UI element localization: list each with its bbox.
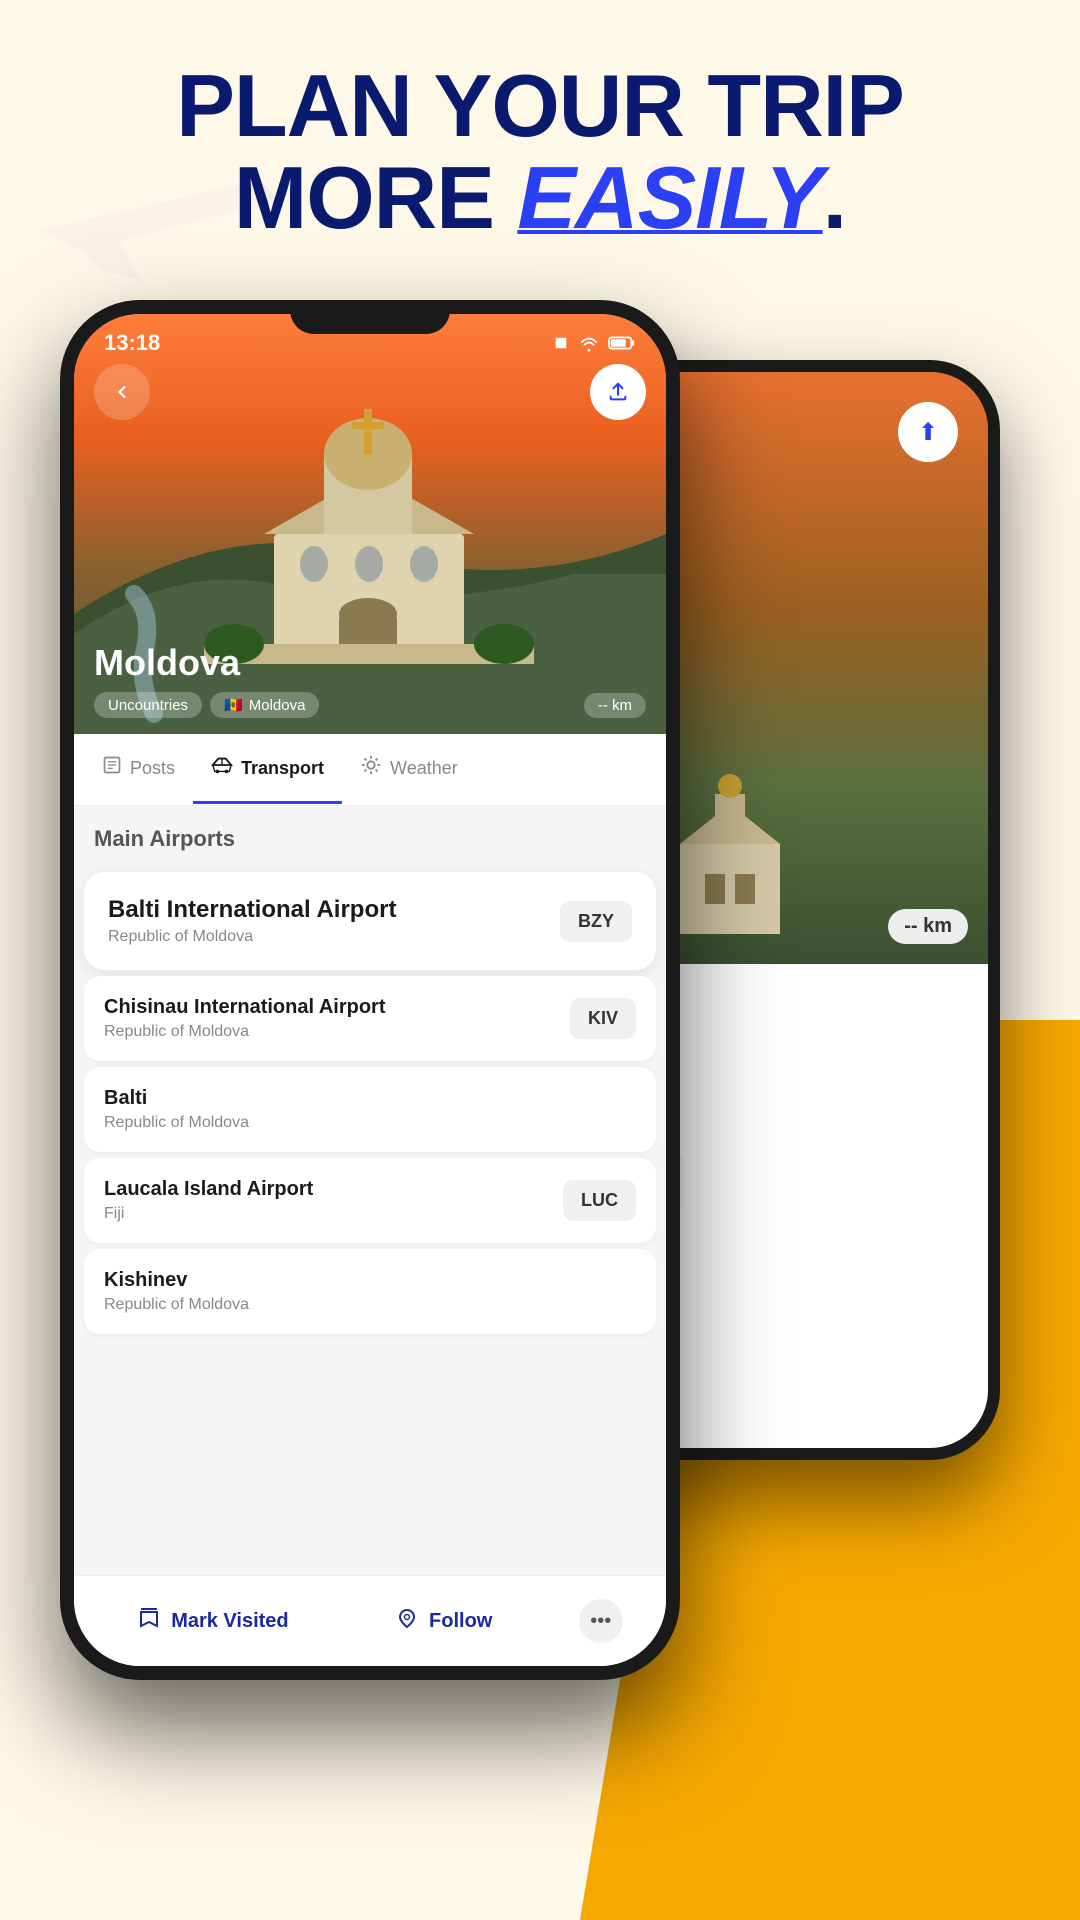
airport-info-2: Balti Republic of Moldova xyxy=(104,1087,249,1132)
hero-tag-moldova: 🇲🇩 Moldova xyxy=(210,692,319,718)
hero-share-btn[interactable] xyxy=(590,364,646,420)
airport-info-featured: Balti International Airport Republic of … xyxy=(108,896,396,946)
posts-icon xyxy=(102,755,122,781)
airport-card-3[interactable]: Laucala Island Airport Fiji LUC xyxy=(84,1158,656,1243)
airport-info-4: Kishinev Republic of Moldova xyxy=(104,1269,249,1314)
mark-visited-label: Mark Visited xyxy=(171,1610,288,1633)
weather-icon xyxy=(360,754,382,782)
airport-name-2: Balti xyxy=(104,1087,249,1110)
tab-posts[interactable]: Posts xyxy=(84,735,193,804)
mark-visited-btn[interactable]: Mark Visited xyxy=(117,1594,308,1648)
wifi-icon xyxy=(578,334,600,352)
hero-back-btn[interactable] xyxy=(94,364,150,420)
tab-transport[interactable]: Transport xyxy=(193,735,342,804)
tab-weather[interactable]: Weather xyxy=(342,734,476,805)
airport-info-1: Chisinau International Airport Republic … xyxy=(104,996,386,1041)
tab-posts-label: Posts xyxy=(130,758,175,779)
hero-bottom: Moldova Uncountries 🇲🇩 Moldova -- km xyxy=(74,626,666,734)
phone-front-screen: 13:18 xyxy=(74,314,666,1666)
airport-card-featured[interactable]: Balti International Airport Republic of … xyxy=(84,872,656,970)
header-line2-highlight: EASILY xyxy=(517,148,822,247)
tag-moldova-label: Moldova xyxy=(249,697,306,714)
airport-code-3: LUC xyxy=(563,1180,636,1221)
hero-tag-uncountries: Uncountries xyxy=(94,692,202,718)
airport-code-0: BZY xyxy=(560,901,632,942)
status-icons xyxy=(552,334,636,352)
location-icon xyxy=(552,334,570,352)
content-area: Main Airports Balti International Airpor… xyxy=(74,806,666,1575)
phone-notch xyxy=(290,300,450,334)
airport-card-1[interactable]: Chisinau International Airport Republic … xyxy=(84,976,656,1061)
airport-country-0: Republic of Moldova xyxy=(108,928,396,946)
airport-country-3: Fiji xyxy=(104,1205,313,1223)
more-options-btn[interactable]: ••• xyxy=(579,1599,623,1643)
header-line2-prefix: MORE xyxy=(234,148,517,247)
phones-wrapper: ⬆ -- km 💱 Money 26 °C 50 xyxy=(60,300,1020,1880)
hero-tags: Uncountries 🇲🇩 Moldova xyxy=(94,692,319,718)
hero-km-badge: -- km xyxy=(584,693,646,718)
hero-location-name: Moldova xyxy=(94,642,319,684)
follow-icon xyxy=(395,1606,419,1636)
transport-icon xyxy=(211,755,233,781)
airport-name-4: Kishinev xyxy=(104,1269,249,1292)
tab-transport-label: Transport xyxy=(241,758,324,779)
tab-weather-label: Weather xyxy=(390,758,458,779)
follow-label: Follow xyxy=(429,1610,492,1633)
tabs-bar: Posts Transport Weather xyxy=(74,734,666,806)
airport-card-4[interactable]: Kishinev Republic of Moldova xyxy=(84,1249,656,1334)
follow-btn[interactable]: Follow xyxy=(375,1594,512,1648)
airport-country-2: Republic of Moldova xyxy=(104,1114,249,1132)
header-line2-suffix: . xyxy=(823,148,846,247)
hero-info: Moldova Uncountries 🇲🇩 Moldova xyxy=(94,642,319,718)
airport-country-4: Republic of Moldova xyxy=(104,1296,249,1314)
airport-card-2[interactable]: Balti Republic of Moldova xyxy=(84,1067,656,1152)
status-time: 13:18 xyxy=(104,330,160,356)
section-title: Main Airports xyxy=(74,806,666,862)
battery-icon xyxy=(608,335,636,351)
airport-name-0: Balti International Airport xyxy=(108,896,396,924)
bottom-bar: Mark Visited Follow ••• xyxy=(74,1575,666,1666)
phone-back-share-btn[interactable]: ⬆ xyxy=(898,402,958,462)
header-title: PLAN YOUR TRIP MORE EASILY. xyxy=(0,60,1080,245)
airport-country-1: Republic of Moldova xyxy=(104,1023,386,1041)
mark-visited-icon xyxy=(137,1606,161,1636)
phone-back-km-badge: -- km xyxy=(888,909,968,944)
airport-name-3: Laucala Island Airport xyxy=(104,1178,313,1201)
header-line1: PLAN YOUR TRIP xyxy=(0,60,1080,152)
header-line2: MORE EASILY. xyxy=(0,152,1080,244)
airport-info-3: Laucala Island Airport Fiji xyxy=(104,1178,313,1223)
header-section: PLAN YOUR TRIP MORE EASILY. xyxy=(0,60,1080,245)
flag-icon: 🇲🇩 xyxy=(224,696,243,714)
phone-front: 13:18 xyxy=(60,300,680,1680)
airport-code-1: KIV xyxy=(570,998,636,1039)
tag-uncountries-label: Uncountries xyxy=(108,697,188,714)
hero-image: 13:18 xyxy=(74,314,666,734)
dots-icon: ••• xyxy=(590,1610,611,1633)
airport-name-1: Chisinau International Airport xyxy=(104,996,386,1019)
